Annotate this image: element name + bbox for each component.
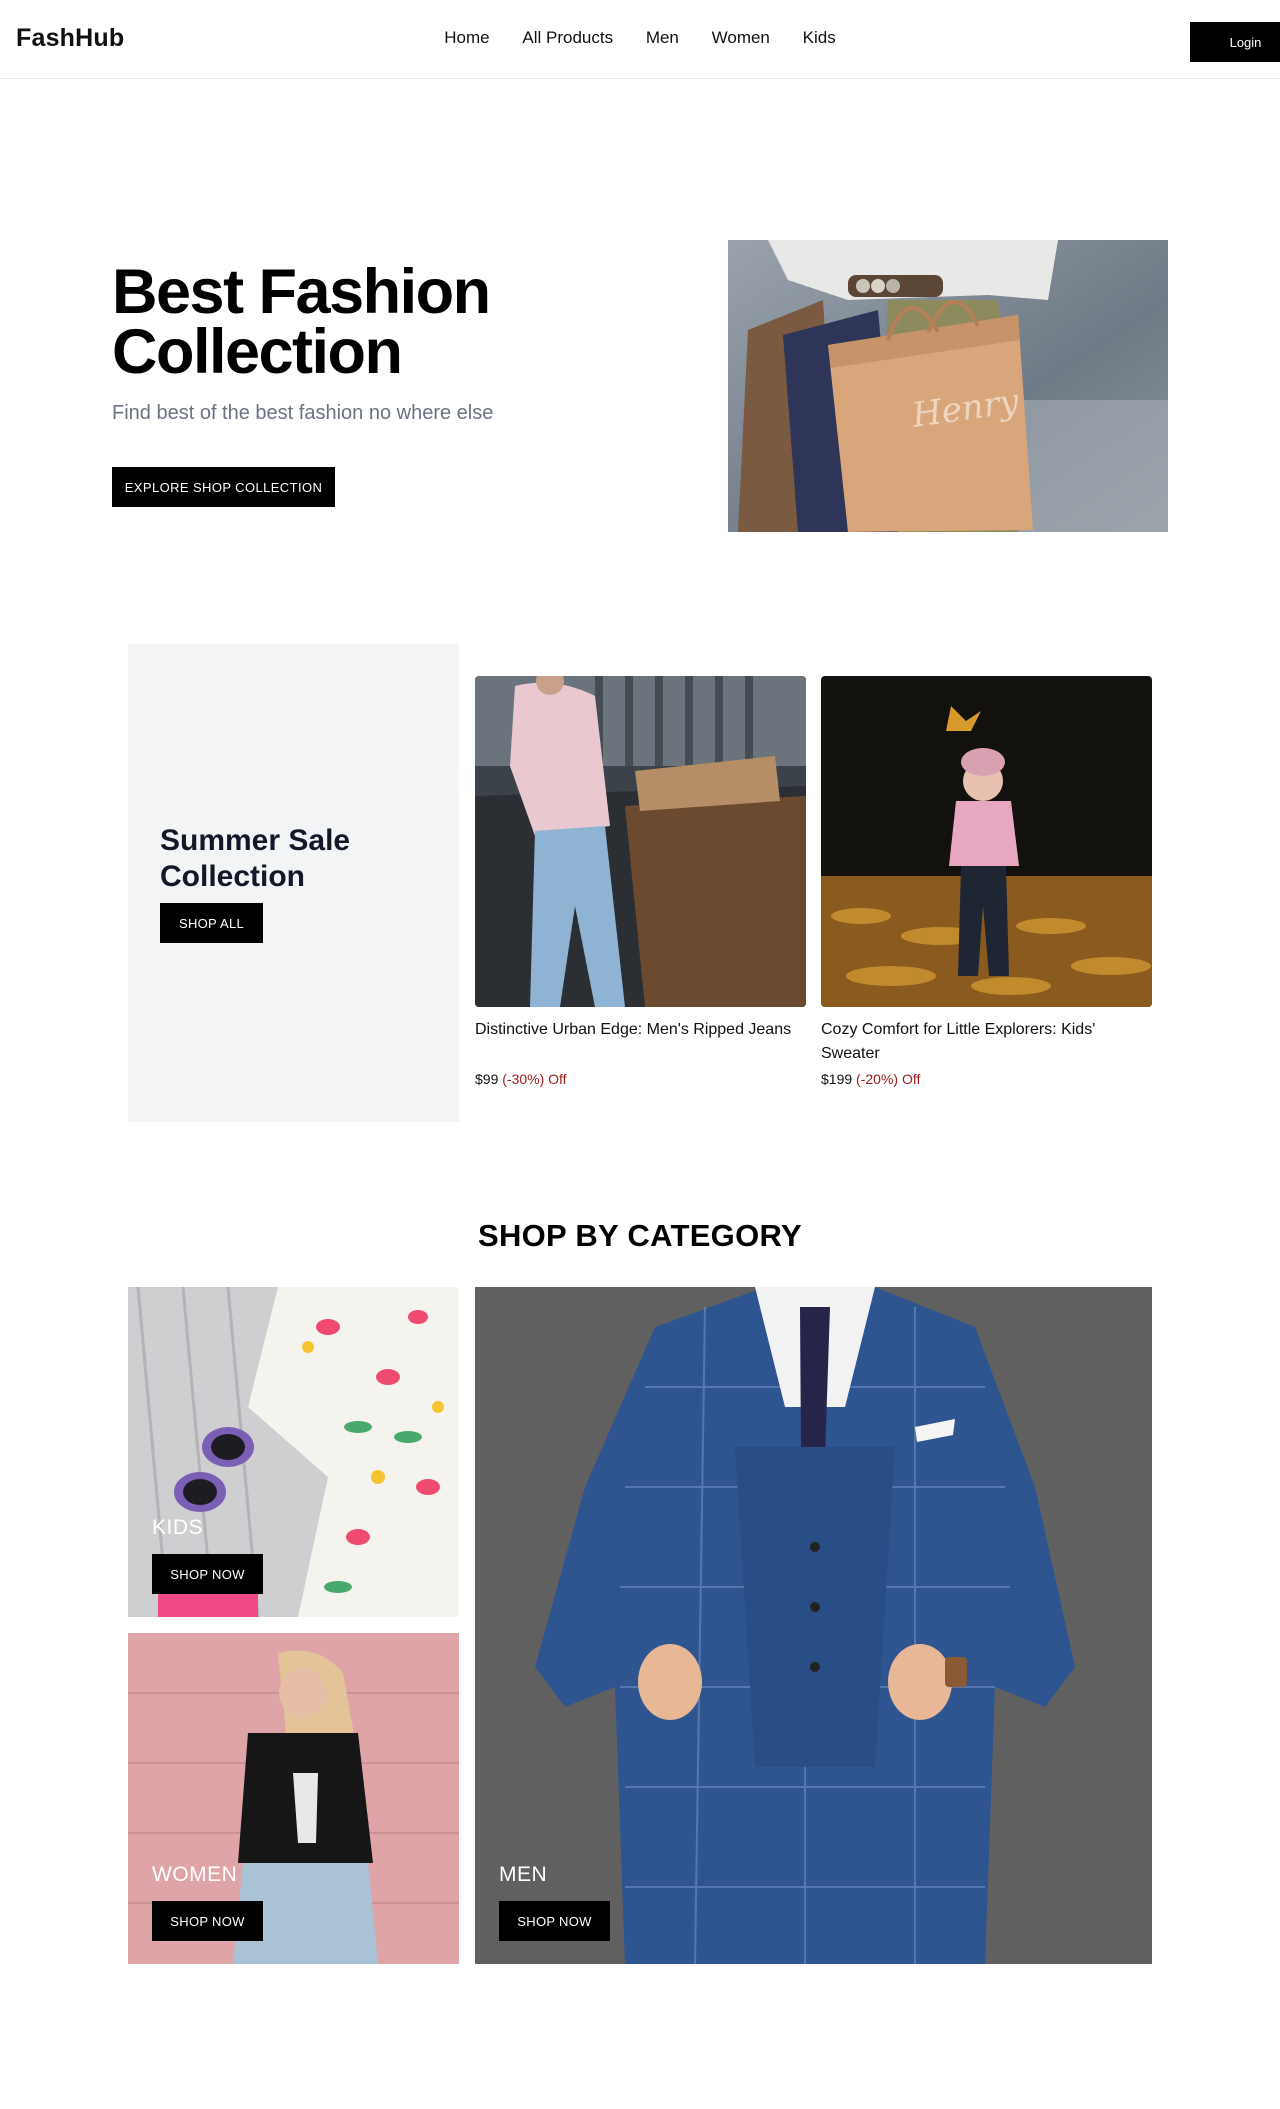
shop-by-category-heading: SHOP BY CATEGORY [477, 1218, 803, 1253]
sale-title-line1: Summer Sale [160, 824, 351, 857]
product-price-kids-sweater: $199 (-20%) Off [821, 1071, 920, 1087]
product-name-kids-sweater[interactable]: Cozy Comfort for Little Explorers: Kids'… [821, 1018, 1152, 1066]
product-image-kids-sweater[interactable] [821, 676, 1152, 1007]
summer-sale-title: Summer Sale Collection [160, 823, 400, 895]
nav-kids[interactable]: Kids [803, 28, 836, 48]
category-label-kids: KIDS [152, 1516, 204, 1539]
nav-men[interactable]: Men [646, 28, 679, 48]
explore-collection-button[interactable]: EXPLORE SHOP COLLECTION [112, 467, 335, 507]
hero-subtitle: Find best of the best fashion no where e… [112, 402, 494, 424]
hero-shopping-bags-image: Henry [728, 240, 1168, 532]
main-nav: Home All Products Men Women Kids [0, 28, 1280, 48]
product-name-ripped-jeans[interactable]: Distinctive Urban Edge: Men's Ripped Jea… [475, 1018, 806, 1042]
hero-title: Best Fashion Collection [112, 261, 632, 384]
category-label-men: MEN [499, 1863, 548, 1886]
category-tile-men[interactable]: MEN SHOP NOW [475, 1287, 1152, 1964]
discount-badge: (-30%) Off [502, 1071, 567, 1087]
category-tile-kids[interactable]: KIDS SHOP NOW [128, 1287, 459, 1617]
hero-title-line2: Collection [112, 317, 403, 387]
nav-women[interactable]: Women [712, 28, 770, 48]
product-image-ripped-jeans[interactable] [475, 676, 806, 1007]
shop-all-button[interactable]: SHOP ALL [160, 903, 263, 943]
discount-badge: (-20%) Off [856, 1071, 921, 1087]
price-value: $199 [821, 1071, 853, 1087]
site-header: FashHub Home All Products Men Women Kids… [0, 0, 1280, 79]
shop-now-men-button[interactable]: SHOP NOW [499, 1901, 610, 1941]
login-button[interactable]: Login [1190, 22, 1280, 62]
shop-now-kids-button[interactable]: SHOP NOW [152, 1554, 263, 1594]
shop-now-women-button[interactable]: SHOP NOW [152, 1901, 263, 1941]
nav-home[interactable]: Home [444, 28, 489, 48]
category-label-women: WOMEN [152, 1863, 238, 1886]
price-value: $99 [475, 1071, 499, 1087]
nav-all-products[interactable]: All Products [522, 28, 613, 48]
category-tile-women[interactable]: WOMEN SHOP NOW [128, 1633, 459, 1964]
sale-title-line2: Collection [160, 860, 306, 893]
product-price-ripped-jeans: $99 (-30%) Off [475, 1071, 567, 1087]
